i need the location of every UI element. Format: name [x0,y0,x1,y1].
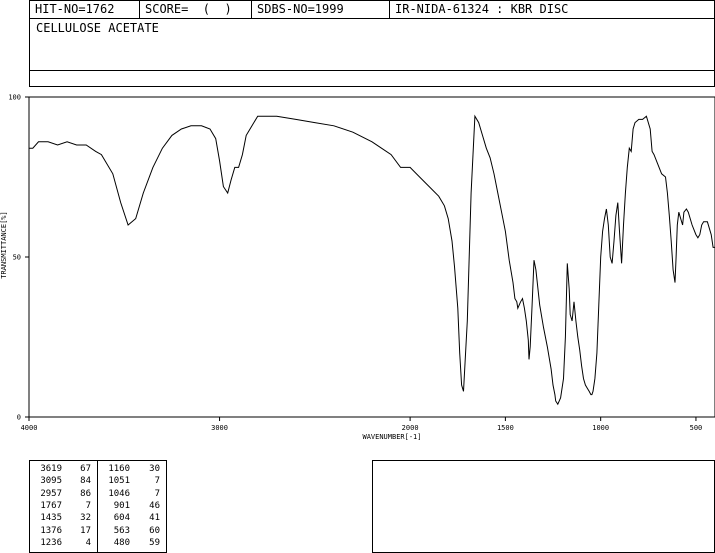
y-tick-label: 100 [8,94,21,102]
plot-frame [28,96,715,418]
peak-transmittance: 32 [80,513,91,524]
peak-row: 3619 67 [30,464,97,475]
x-tick-label: 1500 [497,424,514,432]
peak-row: 1046 7 [98,489,166,500]
peak-column-1: 3619 67 3095 84 2957 86 1767 7 1435 32 1376 17 1236 4 [30,461,98,552]
peak-row: 480 59 [98,538,166,549]
peak-row: 1435 32 [30,513,97,524]
peak-row: 1160 30 [98,464,166,475]
empty-info-box [372,460,715,553]
peak-wavenumber: 2957 [40,488,62,499]
y-axis-label: TRANSMITTANCE[%] [0,211,8,278]
peak-row: 3095 84 [30,476,97,487]
peak-transmittance: 86 [80,488,91,499]
peak-row: 901 46 [98,501,166,512]
peak-wavenumber: 901 [113,500,130,511]
peak-transmittance: 84 [80,476,91,487]
peak-transmittance: 7 [154,488,160,499]
peak-row: 563 60 [98,526,166,537]
score: SCORE= ( ) [140,1,252,18]
peak-wavenumber: 1051 [108,476,130,487]
peak-wavenumber: 1236 [40,537,62,548]
peak-row: 1376 17 [30,526,97,537]
x-tick-label: 1000 [592,424,609,432]
compound-name: CELLULOSE ACETATE [36,21,159,35]
peak-wavenumber: 1376 [40,525,62,536]
peak-transmittance: 7 [85,500,91,511]
peak-wavenumber: 1160 [108,464,130,474]
peak-column-2: 1160 30 1051 7 1046 7 901 46 604 41 563 60 480 59 [98,461,166,552]
peak-transmittance: 59 [149,537,160,548]
peak-transmittance: 67 [80,464,91,474]
peak-wavenumber: 1435 [40,513,62,524]
y-tick-label: 50 [13,254,21,262]
peak-transmittance: 60 [149,525,160,536]
peak-wavenumber: 1046 [108,488,130,499]
x-tick-label: 4000 [21,424,38,432]
x-tick-label: 500 [690,424,703,432]
peak-transmittance: 17 [80,525,91,536]
peak-row: 1051 7 [98,476,166,487]
hit-number: HIT-NO=1762 [30,1,140,18]
header-panel: HIT-NO=1762 SCORE= ( ) SDBS-NO=1999 IR-N… [29,0,715,87]
peak-row: 1767 7 [30,501,97,512]
header-info-row: HIT-NO=1762 SCORE= ( ) SDBS-NO=1999 IR-N… [30,1,714,19]
ir-spectrum-chart: 4000 3000 2000 1500 1000 500 0 50 100 WAVENUMBER… [0,90,715,445]
peak-wavenumber: 3095 [40,476,62,487]
sdbs-number: SDBS-NO=1999 [252,1,390,18]
peak-transmittance: 41 [149,513,160,524]
peak-transmittance: 7 [154,476,160,487]
x-tick-label: 3000 [211,424,228,432]
peak-row: 1236 4 [30,538,97,549]
peak-transmittance: 4 [85,537,91,548]
ir-info: IR-NIDA-61324 : KBR DISC [395,2,569,16]
x-axis-label: WAVENUMBER[-1] [362,433,421,441]
peak-row: 604 41 [98,513,166,524]
spectrum-series-line [29,114,715,406]
spectrum-svg: 4000 3000 2000 1500 1000 500 0 50 100 WAVENUMBER… [0,94,715,441]
peak-row: 2957 86 [30,489,97,500]
peak-table: 3619 67 3095 84 2957 86 1767 7 1435 32 1376 17 1236 4… [29,460,167,553]
x-tick-label: 2000 [402,424,419,432]
peak-wavenumber: 563 [113,525,130,536]
peak-wavenumber: 604 [113,513,130,524]
peak-transmittance: 46 [149,500,160,511]
peak-wavenumber: 1767 [40,500,62,511]
header-divider [30,70,714,71]
peak-wavenumber: 3619 [40,464,62,474]
y-tick-label: 0 [17,414,21,422]
peak-wavenumber: 480 [113,537,130,548]
peak-transmittance: 30 [149,464,160,474]
